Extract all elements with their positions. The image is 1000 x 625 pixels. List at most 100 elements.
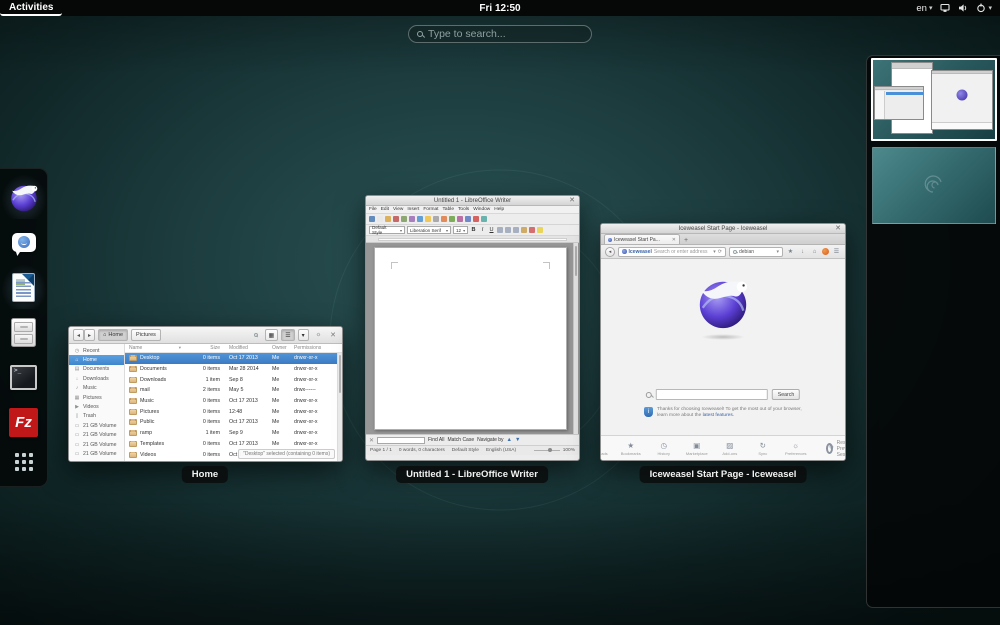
bottom-toolbar-item[interactable]: ▣ Marketplace xyxy=(685,442,709,456)
font-size-combo[interactable]: 12 xyxy=(453,226,468,234)
bookmark-star-icon[interactable]: ★ xyxy=(786,248,795,255)
view-options-button[interactable]: ▾ xyxy=(298,329,309,341)
toolbar-icon[interactable] xyxy=(425,216,431,222)
window-libreoffice-writer[interactable]: Untitled 1 - LibreOffice Writer ✕ FileEd… xyxy=(365,195,580,461)
browser-tab[interactable]: Iceweasel Start Pa... ✕ xyxy=(604,234,680,244)
italic-button[interactable]: I xyxy=(479,227,486,233)
gear-menu-button[interactable]: ☼ xyxy=(312,329,326,341)
column-header-name[interactable]: Name ▾ xyxy=(125,345,184,351)
writer-scrollbar[interactable] xyxy=(573,243,578,434)
toolbar-icon[interactable] xyxy=(433,216,439,222)
sidebar-item[interactable]: ▯ Trash xyxy=(69,412,124,421)
bottom-toolbar-item[interactable]: ★ Bookmarks xyxy=(619,442,643,456)
navigate-up-button[interactable]: ▲ xyxy=(507,437,512,443)
menu-icon[interactable]: ☰ xyxy=(832,248,841,255)
column-header-modified[interactable]: Modified xyxy=(220,345,270,351)
toolbar-icon[interactable] xyxy=(377,216,383,222)
sidebar-item[interactable]: ▭ 21 GB Volume xyxy=(69,449,124,458)
workspace-thumbnail-2[interactable] xyxy=(872,147,996,224)
bottom-toolbar-item[interactable]: ◷ History xyxy=(652,442,676,456)
clock-menu[interactable]: Fri 12:50 xyxy=(479,3,520,14)
toolbar-icon[interactable] xyxy=(409,216,415,222)
window-iceweasel[interactable]: Iceweasel Start Page - Iceweasel ✕ Icewe… xyxy=(600,223,846,461)
navigate-down-button[interactable]: ▼ xyxy=(515,437,520,443)
chevron-down-icon[interactable]: ▾ xyxy=(776,249,779,255)
show-applications-button[interactable] xyxy=(2,445,46,479)
menu-item[interactable]: Insert xyxy=(407,207,419,212)
document-page[interactable] xyxy=(374,247,567,430)
volume-icon[interactable] xyxy=(958,3,968,13)
toolbar-icon[interactable] xyxy=(393,216,399,222)
align-left-button[interactable] xyxy=(497,227,503,233)
table-row[interactable]: ramp 1 item Sep 9 Me drwxr-xr-x xyxy=(125,428,342,439)
list-view-button[interactable]: ☰ xyxy=(281,329,294,341)
bold-button[interactable]: B xyxy=(470,227,477,233)
toolbar-icon[interactable] xyxy=(473,216,479,222)
system-menu[interactable]: ▾ xyxy=(976,3,992,13)
toolbar-icon[interactable] xyxy=(401,216,407,222)
notification-badge-icon[interactable] xyxy=(822,248,829,255)
grid-view-button[interactable]: ▦ xyxy=(265,329,279,341)
back-button[interactable]: ◂ xyxy=(605,247,615,257)
zoom-slider[interactable] xyxy=(534,450,560,452)
dash-item-libreoffice-writer[interactable] xyxy=(2,265,46,309)
toolbar-icon[interactable] xyxy=(369,216,375,222)
sidebar-item[interactable]: ▭ 21 GB Volume xyxy=(69,440,124,449)
toolbar-icon[interactable] xyxy=(441,216,447,222)
reload-icon[interactable]: ⟳ xyxy=(718,249,722,255)
restore-session-button[interactable]: Restore Previous Session xyxy=(826,440,846,458)
find-input[interactable] xyxy=(377,437,425,444)
workspace-thumbnail-1-active[interactable] xyxy=(871,58,997,141)
toolbar-icon[interactable] xyxy=(449,216,455,222)
toolbar-icon[interactable] xyxy=(465,216,471,222)
close-icon[interactable]: ✕ xyxy=(369,437,374,444)
search-button[interactable]: Search xyxy=(772,389,800,400)
close-icon[interactable]: ✕ xyxy=(328,331,338,339)
activities-button[interactable]: Activities xyxy=(0,0,62,16)
startpage-search-input[interactable] xyxy=(656,389,768,400)
overview-search-bar[interactable] xyxy=(408,25,592,43)
paragraph-style-combo[interactable]: Default Style xyxy=(369,226,405,234)
dash-item-terminal[interactable]: >_ xyxy=(2,355,46,399)
dash-item-files[interactable] xyxy=(2,310,46,354)
dash-item-empathy[interactable] xyxy=(2,220,46,264)
toolbar-icon[interactable] xyxy=(481,216,487,222)
toolbar-icon[interactable] xyxy=(385,216,391,222)
window-files[interactable]: ◂ ▸ ⌂ Home Pictures ▦ ☰ ▾ ☼ ✕ ◷ Recent ⌂… xyxy=(68,326,343,462)
sidebar-item[interactable]: ▤ Documents xyxy=(69,365,124,374)
tab-close-icon[interactable]: ✕ xyxy=(672,237,676,243)
chevron-down-icon[interactable]: ▾ xyxy=(713,249,716,255)
close-icon[interactable]: ✕ xyxy=(569,197,575,205)
toolbar-icon[interactable] xyxy=(417,216,423,222)
dash-item-filezilla[interactable]: Fz xyxy=(2,400,46,444)
align-right-button[interactable] xyxy=(513,227,519,233)
keyboard-layout-menu[interactable]: en ▾ xyxy=(916,3,932,14)
zoom-control[interactable]: 100% xyxy=(534,448,575,453)
menu-item[interactable]: Help xyxy=(494,207,504,212)
sidebar-item[interactable]: ♪ Music xyxy=(69,384,124,393)
sidebar-item[interactable]: ◷ Recent xyxy=(69,346,124,355)
menu-item[interactable]: Table xyxy=(443,207,454,212)
column-header-permissions[interactable]: Permissions xyxy=(294,345,336,351)
column-header-owner[interactable]: Owner xyxy=(270,345,294,351)
table-row[interactable]: Music 0 items Oct 17 2013 Me drwxr-xr-x xyxy=(125,396,342,407)
sidebar-item[interactable]: ▭ 21 GB Volume xyxy=(69,421,124,430)
table-row[interactable]: Public 0 items Oct 17 2013 Me drwxr-xr-x xyxy=(125,417,342,428)
pathbar-pictures-button[interactable]: Pictures xyxy=(131,329,161,341)
list-button[interactable] xyxy=(521,227,527,233)
sidebar-item[interactable]: ▦ Pictures xyxy=(69,393,124,402)
sidebar-item[interactable]: ⌂ Home xyxy=(69,355,124,364)
table-row[interactable]: Documents 0 items Mar 28 2014 Me drwxr-x… xyxy=(125,364,342,375)
menu-item[interactable]: View xyxy=(393,207,403,212)
column-header-size[interactable]: Size xyxy=(184,345,220,351)
toolbar-icon[interactable] xyxy=(457,216,463,222)
files-scrollbar[interactable] xyxy=(337,353,342,461)
search-input[interactable] xyxy=(428,28,583,40)
table-row[interactable]: Pictures 0 items 12:48 Me drwxr-xr-x xyxy=(125,406,342,417)
forward-button[interactable]: ▸ xyxy=(84,329,95,341)
close-icon[interactable]: ✕ xyxy=(835,225,841,233)
sidebar-item[interactable]: ▭ 21 GB Volume xyxy=(69,431,124,440)
bottom-toolbar-item[interactable]: ↻ Sync xyxy=(751,442,775,456)
menu-item[interactable]: Format xyxy=(423,207,438,212)
search-field[interactable]: debian ▾ xyxy=(729,247,783,257)
